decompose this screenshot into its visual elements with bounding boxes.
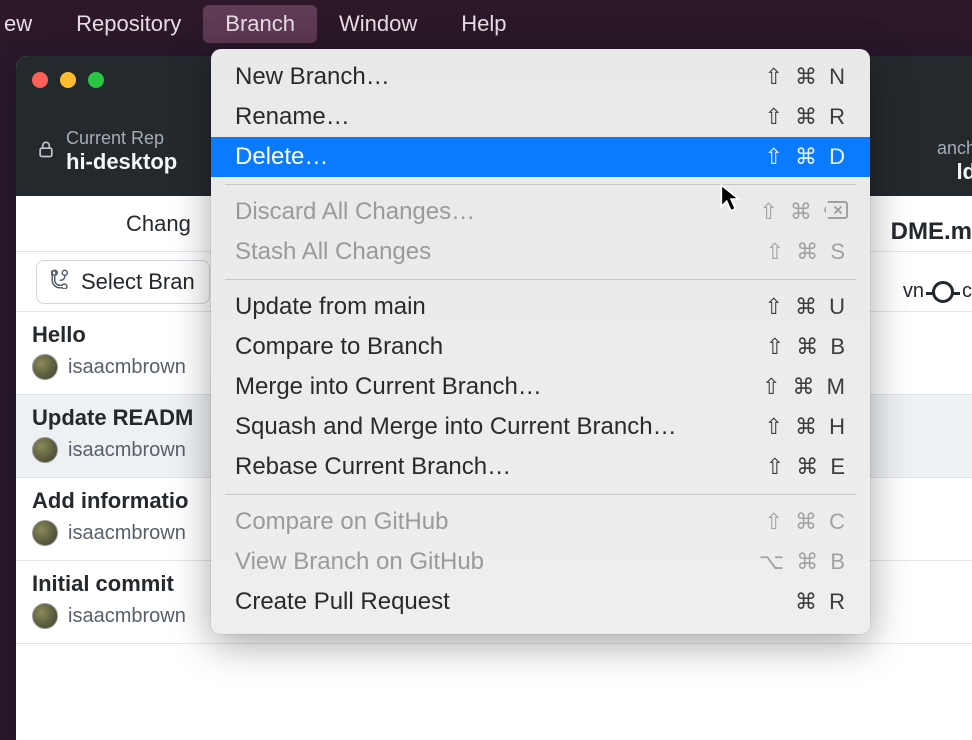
menu-item-label: View Branch on GitHub bbox=[235, 548, 484, 576]
commit-ref-author-fragment: vn bbox=[903, 280, 924, 303]
tab-changes[interactable]: Chang bbox=[126, 211, 191, 237]
menu-item-merge-into-current[interactable]: Merge into Current Branch… ⇧ ⌘ M bbox=[211, 367, 870, 407]
menu-item-label: Compare to Branch bbox=[235, 333, 443, 361]
menu-item-compare-to-branch[interactable]: Compare to Branch ⇧ ⌘ B bbox=[211, 327, 870, 367]
close-icon[interactable] bbox=[32, 72, 48, 88]
commit-author: isaacmbrown bbox=[68, 356, 186, 379]
menu-item-label: Squash and Merge into Current Branch… bbox=[235, 413, 677, 441]
menu-item-label: Merge into Current Branch… bbox=[235, 373, 542, 401]
avatar bbox=[32, 520, 58, 546]
commit-author: isaacmbrown bbox=[68, 605, 186, 628]
menu-item-label: New Branch… bbox=[235, 63, 390, 91]
shortcut: ⇧ ⌘ N bbox=[764, 64, 848, 90]
menu-item-label: Rename… bbox=[235, 103, 350, 131]
menu-item-discard-all: Discard All Changes… ⇧ ⌘ bbox=[211, 192, 870, 232]
shortcut: ⇧ ⌘ B bbox=[766, 334, 848, 360]
menubar: ew Repository Branch Window Help bbox=[0, 0, 972, 48]
menu-item-new-branch[interactable]: New Branch… ⇧ ⌘ N bbox=[211, 57, 870, 97]
branch-menu: New Branch… ⇧ ⌘ N Rename… ⇧ ⌘ R Delete… … bbox=[211, 49, 870, 634]
shortcut: ⌥ ⌘ B bbox=[759, 549, 848, 575]
commit-author: isaacmbrown bbox=[68, 439, 186, 462]
shortcut: ⇧ ⌘ D bbox=[764, 144, 848, 170]
current-branch-label: anch bbox=[937, 138, 972, 159]
shortcut: ⇧ ⌘ H bbox=[764, 414, 848, 440]
menu-item-stash-all: Stash All Changes ⇧ ⌘ S bbox=[211, 232, 870, 272]
current-branch-name: ld bbox=[937, 159, 972, 185]
shortcut: ⇧ ⌘ M bbox=[762, 374, 848, 400]
file-header: DME.m bbox=[891, 218, 972, 246]
menu-help[interactable]: Help bbox=[439, 5, 528, 43]
avatar bbox=[32, 354, 58, 380]
menu-item-create-pull-request[interactable]: Create Pull Request ⌘ R bbox=[211, 582, 870, 622]
avatar bbox=[32, 437, 58, 463]
menu-item-rename[interactable]: Rename… ⇧ ⌘ R bbox=[211, 97, 870, 137]
commit-icon bbox=[932, 281, 954, 303]
menu-item-label: Discard All Changes… bbox=[235, 198, 475, 226]
menu-item-squash-merge[interactable]: Squash and Merge into Current Branch… ⇧ … bbox=[211, 407, 870, 447]
shortcut: ⌘ R bbox=[795, 589, 848, 615]
zoom-icon[interactable] bbox=[88, 72, 104, 88]
menu-separator bbox=[225, 279, 856, 280]
current-repository-button[interactable]: Current Rep hi-desktop bbox=[66, 128, 177, 175]
current-repo-label: Current Rep bbox=[66, 128, 177, 149]
avatar bbox=[32, 603, 58, 629]
menu-window[interactable]: Window bbox=[317, 5, 439, 43]
shortcut: ⇧ ⌘ E bbox=[766, 454, 848, 480]
shortcut: ⇧ ⌘ bbox=[759, 199, 848, 225]
menu-item-label: Delete… bbox=[235, 143, 328, 171]
menu-separator bbox=[225, 494, 856, 495]
shortcut: ⇧ ⌘ S bbox=[766, 239, 848, 265]
minimize-icon[interactable] bbox=[60, 72, 76, 88]
menu-branch[interactable]: Branch bbox=[203, 5, 317, 43]
current-branch-button[interactable]: anch ld bbox=[937, 138, 972, 185]
menu-item-compare-on-github: Compare on GitHub ⇧ ⌘ C bbox=[211, 502, 870, 542]
menu-item-label: Rebase Current Branch… bbox=[235, 453, 511, 481]
menu-item-label: Stash All Changes bbox=[235, 238, 431, 266]
menu-separator bbox=[225, 184, 856, 185]
shortcut: ⇧ ⌘ U bbox=[764, 294, 848, 320]
menu-item-update-from-main[interactable]: Update from main ⇧ ⌘ U bbox=[211, 287, 870, 327]
menu-view[interactable]: ew bbox=[4, 5, 54, 43]
menu-item-view-branch-on-github: View Branch on GitHub ⌥ ⌘ B bbox=[211, 542, 870, 582]
menu-item-label: Create Pull Request bbox=[235, 588, 450, 616]
lock-icon bbox=[26, 139, 66, 164]
menu-item-label: Compare on GitHub bbox=[235, 508, 448, 536]
git-branch-icon bbox=[51, 269, 71, 295]
commit-ref-hash-fragment: c bbox=[962, 280, 972, 303]
shortcut: ⇧ ⌘ C bbox=[764, 509, 848, 535]
commit-ref-row: vn c bbox=[903, 280, 972, 303]
menu-item-rebase[interactable]: Rebase Current Branch… ⇧ ⌘ E bbox=[211, 447, 870, 487]
select-branch-label: Select Bran bbox=[81, 269, 195, 295]
menu-item-delete[interactable]: Delete… ⇧ ⌘ D bbox=[211, 137, 870, 177]
commit-author: isaacmbrown bbox=[68, 522, 186, 545]
menu-repository[interactable]: Repository bbox=[54, 5, 203, 43]
current-repo-name: hi-desktop bbox=[66, 149, 177, 175]
menu-item-label: Update from main bbox=[235, 293, 426, 321]
select-branch-dropdown[interactable]: Select Bran bbox=[36, 260, 210, 304]
delete-icon bbox=[824, 201, 848, 219]
shortcut: ⇧ ⌘ R bbox=[764, 104, 848, 130]
